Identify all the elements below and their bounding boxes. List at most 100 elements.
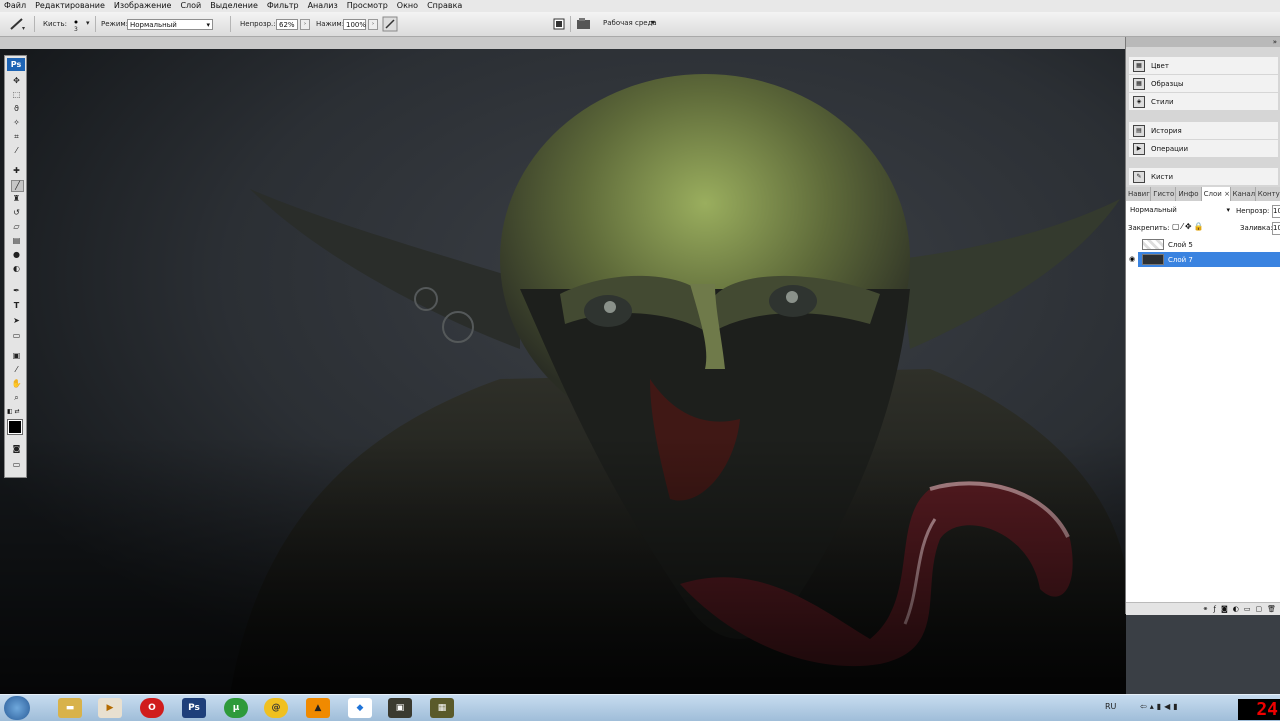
swatches-panel-icon: ▦ <box>1133 77 1145 90</box>
opacity-input[interactable]: 62% <box>276 19 298 30</box>
pen-tool-icon[interactable]: ✒ <box>11 286 22 296</box>
shape-tool-icon[interactable]: ▭ <box>11 331 22 341</box>
goblin-painting <box>0 49 1126 694</box>
dock-color[interactable]: ▦ Цвет <box>1129 57 1278 74</box>
opacity-slider-arrow-icon[interactable]: › <box>300 19 310 30</box>
menu-filter[interactable]: Фильтр <box>263 0 304 12</box>
blend-mode-select[interactable]: Нормальный ▾ <box>1128 205 1232 216</box>
dock-styles-label: Стили <box>1151 97 1174 106</box>
app-icon-2[interactable]: ▦ <box>430 698 454 718</box>
layer-opacity-input[interactable]: 10 <box>1272 205 1280 218</box>
menu-view[interactable]: Просмотр <box>343 0 393 12</box>
menu-analysis[interactable]: Анализ <box>304 0 343 12</box>
pressure-input[interactable]: 100% <box>343 19 366 30</box>
mode-select[interactable]: Нормальный ▾ <box>127 19 213 30</box>
dock-history[interactable]: ▤ История <box>1129 122 1278 139</box>
app-icon-1[interactable]: ▣ <box>388 698 412 718</box>
airbrush-icon[interactable] <box>382 16 398 32</box>
dock-brushes-label: Кисти <box>1151 172 1173 181</box>
menu-edit[interactable]: Редактирование <box>31 0 110 12</box>
zoom-tool-icon[interactable]: ⌕ <box>11 393 22 403</box>
tab-navigator[interactable]: Навиг <box>1126 187 1152 201</box>
eraser-tool-icon[interactable]: ▱ <box>11 222 22 232</box>
menu-help[interactable]: Справка <box>423 0 467 12</box>
delete-layer-icon[interactable]: 🗑 <box>1267 605 1280 613</box>
magic-wand-tool-icon[interactable]: ✧ <box>11 118 22 128</box>
utorrent-icon[interactable]: µ <box>224 698 248 718</box>
lasso-tool-icon[interactable]: ϑ <box>11 104 22 114</box>
adjustment-icon[interactable]: ◐ <box>1233 605 1244 613</box>
lock-icons[interactable]: ▢⁄✥🔒 <box>1172 222 1206 231</box>
clone-stamp-tool-icon[interactable]: ♜ <box>11 194 22 204</box>
history-brush-tool-icon[interactable]: ↺ <box>11 208 22 218</box>
brush-tool-preset-icon[interactable]: ▾ <box>8 17 26 32</box>
tab-channels[interactable]: Каналы <box>1231 187 1256 201</box>
dock-actions[interactable]: ▶ Операции <box>1129 140 1278 157</box>
crop-tool-icon[interactable]: ⌗ <box>11 132 22 142</box>
workspace-dropdown-icon[interactable]: ▾ <box>651 18 655 27</box>
language-indicator[interactable]: RU <box>1105 702 1116 711</box>
tab-histogram[interactable]: Гисто <box>1151 187 1177 201</box>
brush-size: 3 <box>74 26 78 33</box>
dock-swatches[interactable]: ▦ Образцы <box>1129 75 1278 92</box>
workspace-icon[interactable] <box>576 17 592 31</box>
foreground-color-swatch[interactable] <box>7 419 23 435</box>
panel-dock: » ▦ Цвет ▦ Образцы ◈ Стили ▤ История ▶ О… <box>1125 37 1280 615</box>
tools-panel: Ps ✥ ⬚ ϑ ✧ ⌗ ⁄ ✚ ╱ ♜ ↺ ▱ ▤ ● ◐ ✒ T ➤ ▭ ▣… <box>4 55 27 478</box>
brushes-panel-icon: ✎ <box>1133 170 1145 183</box>
media-player-icon[interactable]: ▶ <box>98 698 122 718</box>
mail-agent-icon[interactable]: @ <box>264 698 288 718</box>
opera-icon[interactable]: O <box>140 698 164 718</box>
notes-tool-icon[interactable]: ▣ <box>11 351 22 361</box>
tab-paths[interactable]: Контуры <box>1256 187 1280 201</box>
dropbox-icon[interactable]: ◆ <box>348 698 372 718</box>
brush-tool-icon[interactable]: ╱ <box>11 180 24 192</box>
healing-tool-icon[interactable]: ✚ <box>11 166 22 176</box>
avast-icon[interactable]: ▲ <box>306 698 330 718</box>
menu-image[interactable]: Изображение <box>110 0 177 12</box>
dock-brushes[interactable]: ✎ Кисти <box>1129 168 1278 185</box>
new-layer-icon[interactable]: ▢ <box>1255 605 1267 613</box>
menu-bar: Файл Редактирование Изображение Слой Выд… <box>0 0 1280 12</box>
blur-tool-icon[interactable]: ● <box>11 250 22 260</box>
layer-style-icon[interactable]: ƒ <box>1213 605 1220 613</box>
menu-window[interactable]: Окно <box>393 0 423 12</box>
link-layers-icon[interactable]: ⚭ <box>1203 605 1214 613</box>
dock-styles[interactable]: ◈ Стили <box>1129 93 1278 110</box>
path-select-tool-icon[interactable]: ➤ <box>11 316 22 326</box>
swap-colors-icon[interactable]: ◧ ⇄ <box>7 408 27 416</box>
move-tool-icon[interactable]: ✥ <box>11 76 22 86</box>
menu-file[interactable]: Файл <box>0 0 31 12</box>
eye-icon[interactable]: ◉ <box>1126 252 1138 267</box>
hand-tool-icon[interactable]: ✋ <box>11 379 22 389</box>
explorer-icon[interactable]: ▬ <box>58 698 82 718</box>
photoshop-icon[interactable]: Ps <box>182 698 206 718</box>
fill-input[interactable]: 10 <box>1272 222 1280 235</box>
quick-mask-icon[interactable]: ◙ <box>11 444 22 454</box>
group-icon[interactable]: ▭ <box>1244 605 1256 613</box>
layer-row-5[interactable]: Слой 5 <box>1126 237 1280 252</box>
menu-layer[interactable]: Слой <box>176 0 206 12</box>
type-tool-icon[interactable]: T <box>11 301 22 311</box>
screen-mode-icon[interactable]: ▭ <box>11 460 22 470</box>
dock-collapse-icon[interactable]: » <box>1273 37 1277 47</box>
workspace-menu[interactable]: Рабочая среда <box>603 19 657 27</box>
eyedropper2-tool-icon[interactable]: ⁄ <box>11 365 22 375</box>
brush-picker-arrow-icon[interactable]: ▾ <box>86 19 90 27</box>
dock-swatches-label: Образцы <box>1151 79 1184 88</box>
gradient-tool-icon[interactable]: ▤ <box>11 236 22 246</box>
eyedropper-tool-icon[interactable]: ⁄ <box>11 146 22 156</box>
dodge-tool-icon[interactable]: ◐ <box>11 264 22 274</box>
menu-select[interactable]: Выделение <box>206 0 263 12</box>
system-tray-icons[interactable]: ⇦▴▮◀▮ <box>1140 702 1181 711</box>
layers-panel: Навиг Гисто Инфо Слои × Каналы Контуры Н… <box>1126 187 1280 615</box>
document-canvas[interactable] <box>0 49 1126 694</box>
layer-row-7-selected[interactable]: ◉ Слой 7 <box>1126 252 1280 267</box>
tab-layers[interactable]: Слои × <box>1201 187 1231 201</box>
palette-toggle-icon[interactable] <box>553 18 565 30</box>
pressure-slider-arrow-icon[interactable]: › <box>368 19 378 30</box>
marquee-tool-icon[interactable]: ⬚ <box>11 90 22 100</box>
tab-info[interactable]: Инфо <box>1176 187 1202 201</box>
mask-icon[interactable]: ◙ <box>1221 605 1233 613</box>
windows-start-icon[interactable] <box>4 696 30 720</box>
